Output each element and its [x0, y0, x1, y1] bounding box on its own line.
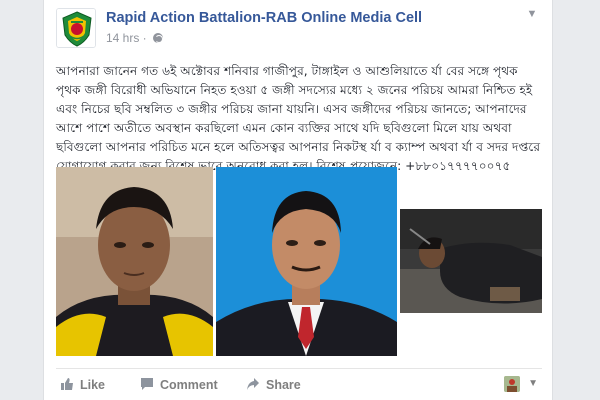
suspect-photo-3[interactable]	[400, 209, 542, 313]
share-arrow-icon	[246, 377, 260, 394]
page-avatar[interactable]	[56, 8, 96, 48]
speech-bubble-icon	[140, 377, 154, 394]
comment-button[interactable]: Comment	[140, 377, 218, 394]
viewer-avatar[interactable]	[504, 376, 520, 392]
post-header: Rapid Action Battalion-RAB Online Media …	[56, 8, 542, 52]
viewer-chevron-down-icon[interactable]: ▼	[528, 378, 538, 389]
like-label: Like	[80, 378, 106, 392]
suspect-photo-2[interactable]	[216, 167, 397, 356]
page-name-link[interactable]: Rapid Action Battalion-RAB Online Media …	[106, 10, 422, 26]
like-button[interactable]: Like	[60, 377, 105, 394]
post-timestamp[interactable]: 14 hrs ·	[106, 31, 164, 45]
share-button[interactable]: Share	[246, 377, 301, 394]
globe-icon	[153, 33, 164, 43]
timestamp-text: 14 hrs ·	[106, 31, 151, 45]
post-card: Rapid Action Battalion-RAB Online Media …	[43, 0, 553, 400]
rab-logo-icon	[57, 9, 95, 47]
chevron-down-icon[interactable]: ▼	[524, 8, 540, 22]
post-actions: Like Comment Share ▼	[56, 368, 542, 398]
post-body-text: আপনারা জানেন গত ৬ই অক্টোবর শনিবার গাজীপু…	[56, 64, 541, 173]
comment-label: Comment	[160, 378, 218, 392]
photo-grid	[56, 167, 542, 356]
thumbs-up-icon	[60, 377, 74, 394]
share-label: Share	[266, 378, 301, 392]
suspect-photo-1[interactable]	[56, 167, 213, 356]
